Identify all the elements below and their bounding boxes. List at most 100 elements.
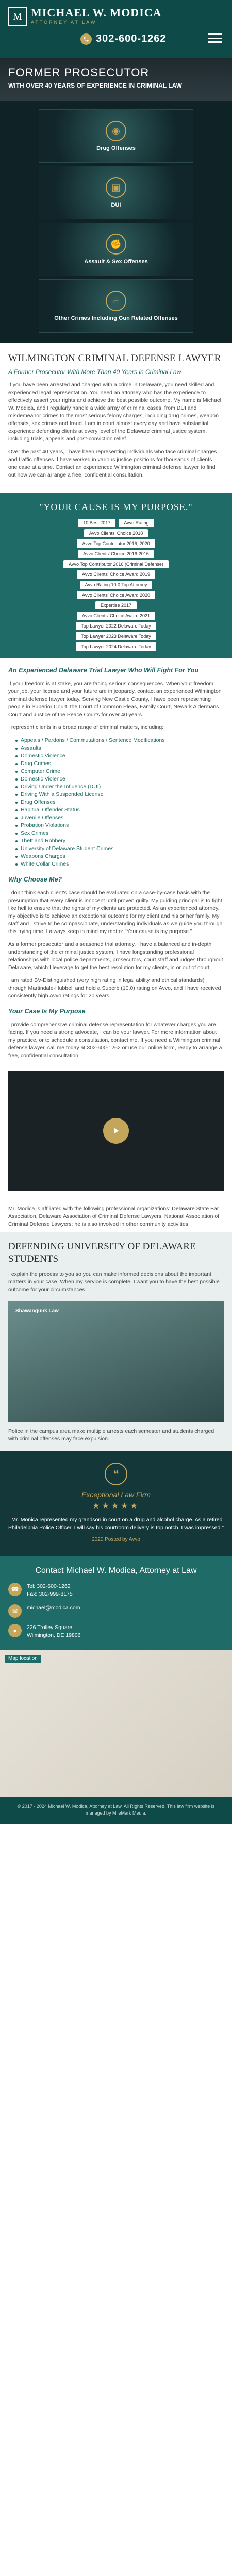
testimonial-text: "Mr. Monica represented my grandson in c… (8, 1517, 224, 1531)
intro-subtitle: A Former Prosecutor With More Than 40 Ye… (8, 368, 181, 376)
testimonial: ❝ Exceptional Law Firm ★★★★★ "Mr. Monica… (0, 1451, 232, 1556)
tile-label: Assault & Sex Offenses (84, 259, 148, 265)
award-badge: Avvo Top Contributor 2016, 2020 (77, 539, 155, 548)
section-paragraph: If your freedom is at stake, you are fac… (8, 681, 222, 718)
award-badge: Avvo Clients' Choice 2016-2016 (78, 550, 154, 558)
tile-dui[interactable]: ▣ DUI (39, 166, 193, 219)
defend-title: DEFENDING UNIVERSITY OF DELAWARE STUDENT… (8, 1241, 196, 1264)
envelope-icon: ✉ (8, 1604, 22, 1618)
intro-paragraph: If you have been arrested and charged wi… (8, 382, 222, 442)
award-badge: Top Lawyer 2022 Delaware Today (76, 622, 156, 630)
practice-link[interactable]: Appeals / Pardons / Commutations / Sente… (15, 737, 224, 744)
practice-link[interactable]: Habitual Offender Status (15, 806, 224, 814)
testimonial-heading: Exceptional Law Firm (81, 1490, 151, 1499)
awards-list: 10 Best 2017 Avvo Rating Avvo Clients' C… (8, 519, 224, 651)
award-badge: Avvo Clients' Choice Award 2020 (77, 591, 155, 599)
map-embed[interactable]: Map location (0, 1650, 232, 1797)
affiliations-note: Mr. Modica is affiliated with the follow… (0, 1198, 232, 1232)
award-badge: Top Lawyer 2024 Delaware Today (76, 642, 156, 651)
section-paragraph: I am rated BV-Distinguished (very high r… (8, 977, 221, 999)
practice-link[interactable]: Driving Under the Influence (DUI) (15, 783, 224, 791)
hero-title: FORMER PROSECUTOR (8, 66, 150, 79)
contact-title: Contact Michael W. Modica, Attorney at L… (35, 1566, 197, 1575)
contact-phone[interactable]: ☎ Tel: 302-600-1262 Fax: 302-999-8175 (8, 1583, 224, 1598)
play-icon[interactable] (103, 1118, 129, 1144)
section-paragraph: I provide comprehensive criminal defense… (8, 1022, 222, 1059)
section-heading: Why Choose Me? (8, 876, 62, 883)
intro-paragraph: Over the past 40 years, I have been repr… (8, 449, 217, 478)
firm-subtitle: ATTORNEY AT LAW (31, 20, 97, 25)
practice-link[interactable]: Drug Offenses (15, 799, 224, 806)
map-pin-icon: ● (8, 1624, 22, 1637)
phone-line: Tel: 302-600-1262 (27, 1583, 71, 1589)
section-paragraph: I represent clients in a broad range of … (8, 724, 164, 731)
firm-name: MICHAEL W. MODICA (31, 6, 162, 19)
tile-other-crimes[interactable]: ⌐ Other Crimes Including Gun Related Off… (39, 279, 193, 333)
fist-icon: ✊ (106, 234, 126, 255)
tile-label: Drug Offenses (96, 145, 136, 151)
hero: FORMER PROSECUTOR WITH OVER 40 YEARS OF … (0, 58, 232, 101)
section-paragraph: As a former prosecutor and a seasoned tr… (8, 941, 223, 971)
section-heading: Your Case Is My Purpose (8, 1008, 86, 1015)
defend-section: DEFENDING UNIVERSITY OF DELAWARE STUDENT… (0, 1232, 232, 1451)
practice-link[interactable]: Theft and Robbery (15, 837, 224, 845)
contact-address[interactable]: ● 226 Trolley Square Wilmington, DE 1980… (8, 1624, 224, 1639)
practice-link[interactable]: Domestic Violence (15, 752, 224, 760)
practice-link[interactable]: Juvenile Offenses (15, 814, 224, 822)
award-badge: Avvo Top Contributor 2016 (Criminal Defe… (63, 560, 169, 568)
logo[interactable]: M MICHAEL W. MODICA ATTORNEY AT LAW (8, 7, 224, 26)
header-phone[interactable]: 302-600-1262 (80, 33, 224, 45)
site-header: M MICHAEL W. MODICA ATTORNEY AT LAW 302-… (0, 0, 232, 58)
copyright-text: © 2017 - 2024 Michael W. Modica, Attorne… (17, 1804, 215, 1816)
gun-icon: ⌐ (106, 291, 126, 311)
defend-paragraph: Police in the campus area make multiple … (8, 1428, 214, 1442)
affiliations-text: Mr. Modica is affiliated with the follow… (8, 1206, 220, 1227)
contact-email[interactable]: ✉ michael@modica.com (8, 1604, 224, 1618)
practice-link[interactable]: University of Delaware Student Crimes (15, 845, 224, 853)
practice-link[interactable]: Weapons Charges (15, 853, 224, 860)
tile-drug-offenses[interactable]: ◉ Drug Offenses (39, 109, 193, 163)
email-text: michael@modica.com (27, 1605, 80, 1611)
awards-section: "YOUR CAUSE IS MY PURPOSE." 10 Best 2017… (0, 493, 232, 658)
awards-title: "YOUR CAUSE IS MY PURPOSE." (39, 502, 193, 512)
practice-link[interactable]: Assaults (15, 744, 224, 752)
video-player[interactable] (8, 1071, 224, 1191)
star-rating: ★★★★★ (92, 1502, 140, 1511)
phone-number: 302-600-1262 (96, 33, 167, 44)
tile-label: DUI (111, 202, 121, 208)
defend-paragraph: I explain the process to you so you can … (8, 1271, 220, 1293)
practice-link[interactable]: Domestic Violence (15, 775, 224, 783)
testimonial-meta: 2020 Posted by Avvo (92, 1537, 140, 1543)
award-badge: Avvo Rating 10.0 Top Attorney (79, 581, 153, 589)
hero-subtitle: WITH OVER 40 YEARS OF EXPERIENCE IN CRIM… (8, 82, 182, 89)
section-heading: An Experienced Delaware Trial Lawyer Who… (8, 667, 199, 674)
practice-link[interactable]: Driving With a Suspended License (15, 791, 224, 799)
contact-section: Contact Michael W. Modica, Attorney at L… (0, 1556, 232, 1650)
car-icon: ▣ (106, 177, 126, 198)
intro-section: WILMINGTON CRIMINAL DEFENSE LAWYER A For… (0, 343, 232, 484)
section-paragraph: I don't think each client's case should … (8, 890, 223, 935)
practice-link[interactable]: Probation Violations (15, 822, 224, 829)
practice-link[interactable]: Computer Crime (15, 768, 224, 775)
quote-icon: ❝ (105, 1463, 127, 1485)
logo-mark: M (8, 7, 27, 26)
practice-link[interactable]: Drug Crimes (15, 760, 224, 768)
award-badge: Avvo Clients' Choice Award 2021 (77, 612, 155, 620)
site-footer: © 2017 - 2024 Michael W. Modica, Attorne… (0, 1797, 232, 1824)
image-caption: Shawangunk Law (15, 1308, 59, 1314)
award-badge: Avvo Clients' Choice Award 2019 (77, 570, 155, 579)
practice-tiles: ◉ Drug Offenses ▣ DUI ✊ Assault & Sex Of… (0, 101, 232, 343)
address-line: 226 Trolley Square (27, 1624, 73, 1631)
tile-assault-sex-offenses[interactable]: ✊ Assault & Sex Offenses (39, 223, 193, 276)
menu-icon[interactable] (206, 31, 224, 45)
award-badge: Avvo Rating (119, 519, 154, 527)
practice-list: Appeals / Pardons / Commutations / Sente… (8, 737, 224, 868)
award-badge: Expertise 2017 (95, 601, 137, 609)
practice-link[interactable]: Sex Crimes (15, 829, 224, 837)
campus-image: Shawangunk Law (8, 1301, 224, 1422)
address-line: Wilmington, DE 19806 (27, 1632, 81, 1638)
practice-link[interactable]: White Collar Crimes (15, 860, 224, 868)
tile-label: Other Crimes Including Gun Related Offen… (54, 315, 178, 321)
fax-line: Fax: 302-999-8175 (27, 1591, 73, 1597)
phone-icon (80, 33, 92, 45)
